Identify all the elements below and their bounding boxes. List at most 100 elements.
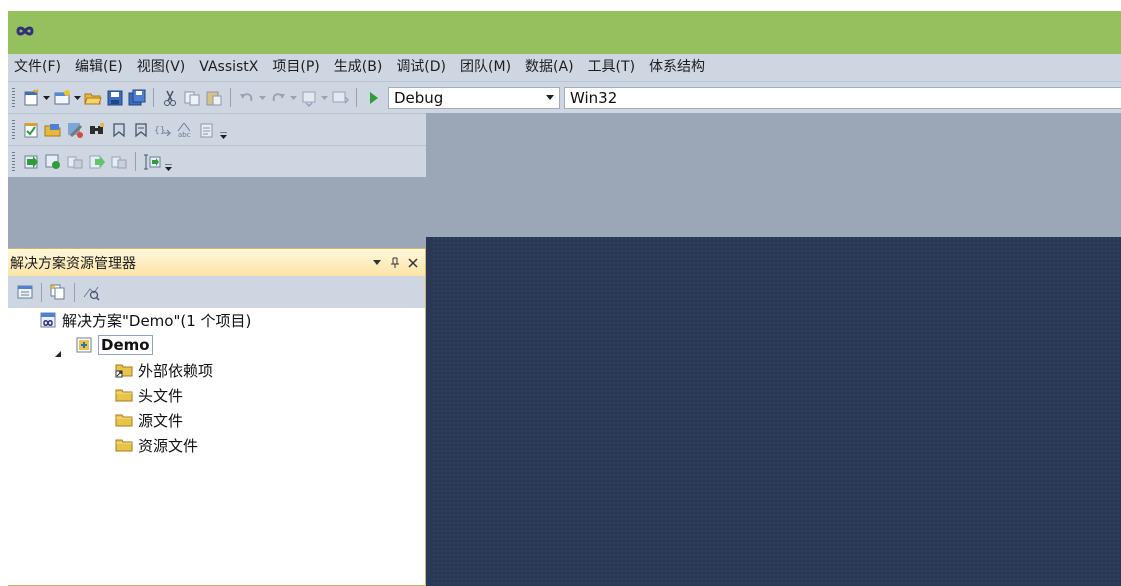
menu-debug[interactable]: 调试(D) — [389, 54, 453, 81]
menu-architecture[interactable]: 体系结构 — [642, 54, 712, 81]
clipboard-icon[interactable] — [196, 119, 218, 141]
close-icon[interactable] — [404, 252, 422, 274]
toolbar-separator — [74, 282, 75, 302]
navigate-backward-icon[interactable] — [298, 87, 320, 109]
menu-vassistx[interactable]: VAssistX — [192, 54, 265, 81]
menu-data[interactable]: 数据(A) — [518, 54, 581, 81]
solution-explorer-panel: 解决方案资源管理器 解决方案"Demo"(1 个项目) Demo 外部依赖项 头… — [8, 248, 426, 586]
toolbar-grip[interactable] — [12, 151, 15, 172]
solution-label: 解决方案"Demo"(1 个项目) — [62, 311, 252, 330]
new-project-icon[interactable] — [20, 87, 42, 109]
folder-icon — [114, 435, 134, 455]
deploy-icon[interactable] — [108, 151, 130, 173]
properties-icon[interactable] — [14, 281, 36, 303]
window-position-dropdown-icon[interactable] — [368, 252, 386, 274]
menu-file[interactable]: 文件(F) — [8, 54, 68, 81]
infinity-icon — [12, 21, 38, 41]
batch-build-icon[interactable] — [141, 151, 163, 173]
toolbar-separator — [230, 88, 231, 107]
toolbar-grip[interactable] — [12, 119, 15, 140]
folder-icon — [114, 410, 134, 430]
menu-project[interactable]: 项目(P) — [265, 54, 326, 81]
toolbar-separator — [153, 88, 154, 107]
code-snippet-icon[interactable]: {} — [152, 119, 174, 141]
copy-icon[interactable] — [181, 87, 203, 109]
chevron-down-icon[interactable] — [541, 95, 559, 100]
redo-dropdown[interactable] — [289, 87, 298, 109]
pin-icon[interactable] — [386, 252, 404, 274]
navigate-forward-icon[interactable] — [329, 87, 351, 109]
toolbar-separator — [135, 152, 136, 171]
text-editor-toolbar: {} abc — [8, 113, 426, 145]
folder-icon — [114, 385, 134, 405]
bookmark-next-icon[interactable] — [130, 119, 152, 141]
solution-tree: 解决方案"Demo"(1 个项目) Demo 外部依赖项 头文件 源文件 资源文… — [8, 308, 425, 585]
paste-icon[interactable] — [203, 87, 225, 109]
find-icon[interactable] — [86, 119, 108, 141]
menu-bar: 文件(F) 编辑(E) 视图(V) VAssistX 项目(P) 生成(B) 调… — [8, 54, 1121, 81]
open-folder-icon[interactable] — [42, 119, 64, 141]
menu-team[interactable]: 团队(M) — [453, 54, 518, 81]
solution-configuration-value: Debug — [394, 88, 444, 107]
toolbar-overflow-icon[interactable] — [218, 119, 228, 141]
tree-node-folder[interactable]: 外部依赖项 — [114, 358, 213, 382]
folder-label: 头文件 — [138, 386, 184, 405]
toolbar-separator — [356, 88, 357, 107]
toolbar-overflow-icon[interactable] — [163, 151, 173, 173]
tools-icon[interactable] — [64, 119, 86, 141]
solution-icon — [38, 310, 58, 330]
bookmark-icon[interactable] — [108, 119, 130, 141]
solution-platform-select[interactable]: Win32 — [564, 86, 1121, 109]
project-label: Demo — [98, 335, 153, 355]
standard-toolbar: Debug Win32 — [8, 81, 1121, 113]
rebuild-icon[interactable] — [42, 151, 64, 173]
cpp-project-icon — [74, 335, 94, 355]
save-icon[interactable] — [104, 87, 126, 109]
navigate-backward-dropdown[interactable] — [320, 87, 329, 109]
view-class-diagram-icon[interactable] — [80, 281, 102, 303]
tree-node-folder[interactable]: 头文件 — [114, 383, 183, 407]
menu-tools[interactable]: 工具(T) — [581, 54, 642, 81]
folder-label: 外部依赖项 — [138, 361, 214, 380]
title-bar — [8, 11, 1121, 54]
svg-text:abc: abc — [178, 131, 191, 139]
undo-dropdown[interactable] — [258, 87, 267, 109]
start-debugging-icon[interactable] — [362, 87, 384, 109]
svg-text:{}: {} — [154, 126, 165, 136]
solution-explorer-title-bar[interactable]: 解决方案资源管理器 — [8, 249, 425, 276]
expanded-triangle-icon[interactable] — [53, 345, 63, 357]
spell-check-icon[interactable]: abc — [174, 119, 196, 141]
open-file-icon[interactable] — [82, 87, 104, 109]
document-well — [432, 237, 1121, 586]
task-list-icon[interactable] — [20, 119, 42, 141]
solution-explorer-title: 解决方案资源管理器 — [10, 255, 136, 272]
ide-window: 文件(F) 编辑(E) 视图(V) VAssistX 项目(P) 生成(B) 调… — [8, 11, 1121, 586]
menu-edit[interactable]: 编辑(E) — [68, 54, 130, 81]
tree-node-solution[interactable]: 解决方案"Demo"(1 个项目) — [38, 308, 251, 332]
tree-node-project[interactable]: Demo — [74, 333, 153, 357]
menu-build[interactable]: 生成(B) — [327, 54, 390, 81]
build-selection-icon[interactable] — [86, 151, 108, 173]
panel-splitter[interactable] — [426, 237, 432, 586]
add-item-dropdown[interactable] — [73, 87, 82, 109]
solution-configuration-select[interactable]: Debug — [388, 86, 560, 109]
folder-label: 资源文件 — [138, 436, 199, 455]
clean-icon[interactable] — [64, 151, 86, 173]
build-icon[interactable] — [20, 151, 42, 173]
solution-platform-value: Win32 — [570, 88, 618, 107]
redo-icon[interactable] — [267, 87, 289, 109]
external-dependencies-icon — [114, 360, 134, 380]
undo-icon[interactable] — [236, 87, 258, 109]
tree-node-folder[interactable]: 源文件 — [114, 408, 183, 432]
build-toolbar — [8, 145, 426, 177]
new-project-dropdown[interactable] — [42, 87, 51, 109]
menu-view[interactable]: 视图(V) — [130, 54, 193, 81]
tree-node-folder[interactable]: 资源文件 — [114, 433, 198, 457]
toolbar-separator — [41, 282, 42, 302]
add-item-icon[interactable] — [51, 87, 73, 109]
show-all-files-icon[interactable] — [47, 281, 69, 303]
toolbar-grip[interactable] — [12, 87, 15, 108]
cut-icon[interactable] — [159, 87, 181, 109]
folder-label: 源文件 — [138, 411, 184, 430]
save-all-icon[interactable] — [126, 87, 148, 109]
